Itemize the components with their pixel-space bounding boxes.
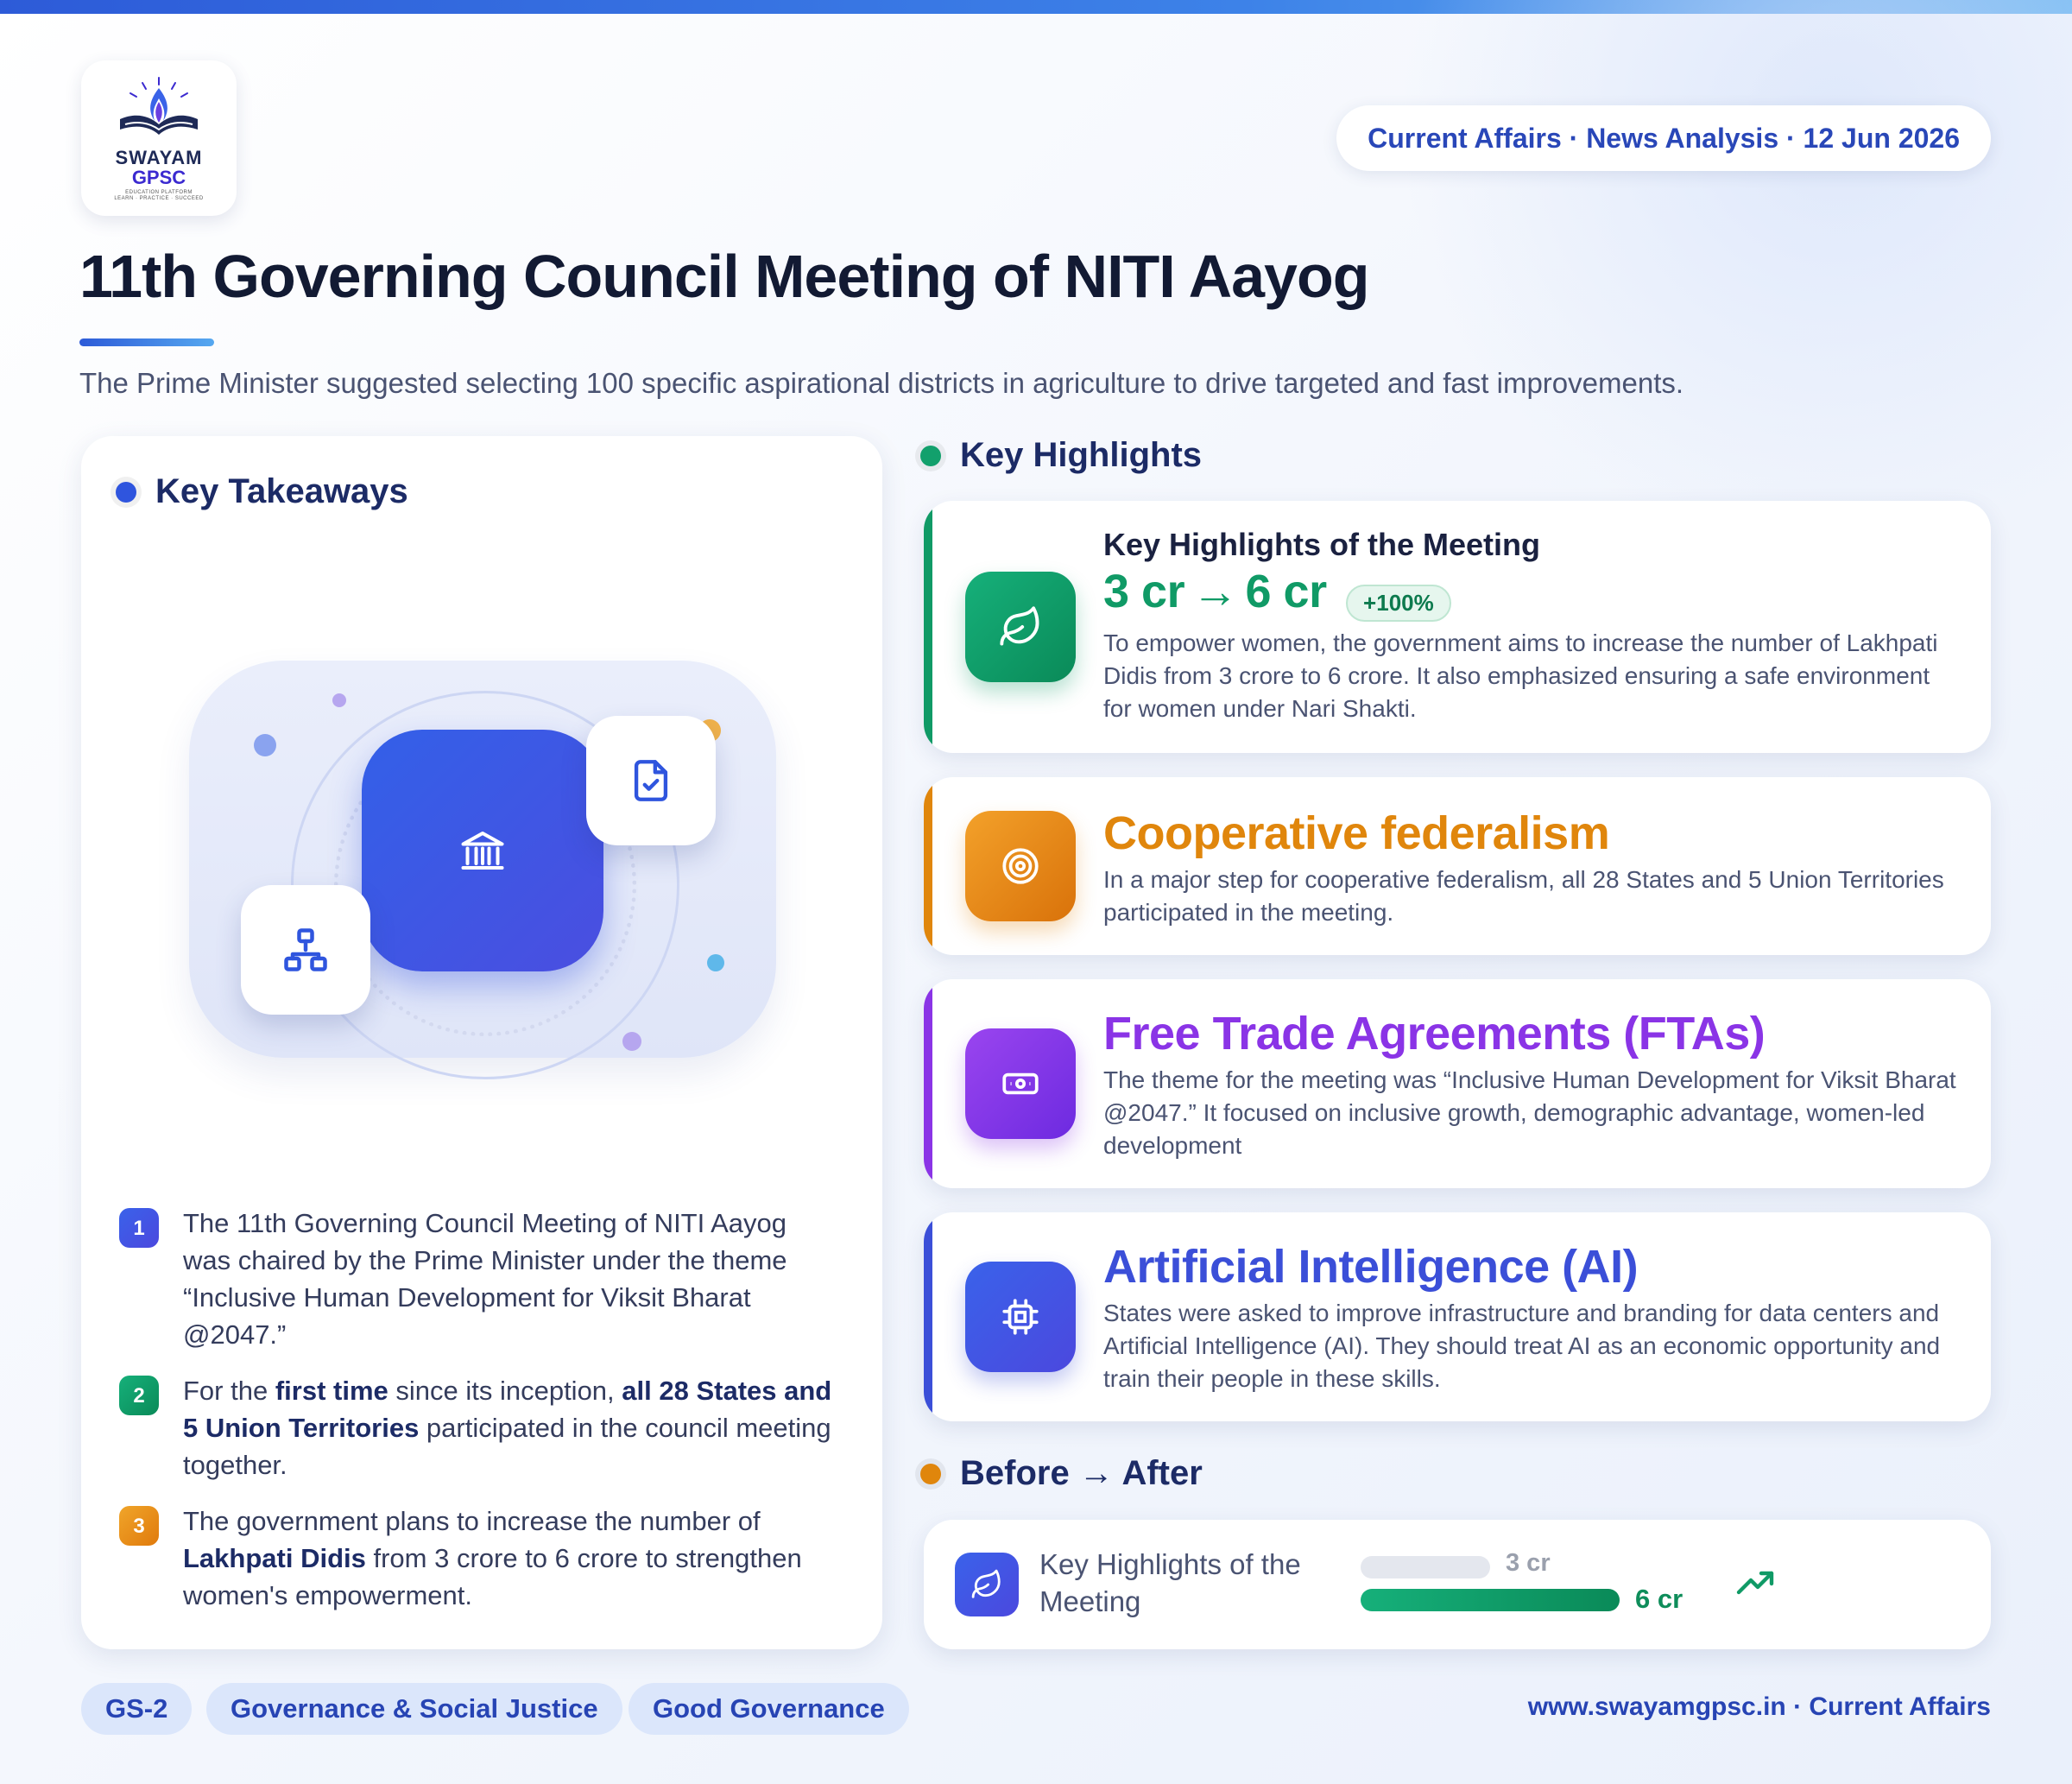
footer-website-link[interactable]: www.swayamgpsc.in · Current Affairs <box>1528 1692 1991 1722</box>
takeaway-text: since its inception, <box>388 1376 622 1406</box>
tag-gs2[interactable]: GS-2 <box>81 1683 193 1735</box>
takeaway-text: For the <box>183 1376 275 1406</box>
card-accent-bar <box>924 777 932 955</box>
card-body: Free Trade Agreements (FTAs) The theme f… <box>1103 1007 1956 1162</box>
item-number: 1 <box>119 1208 159 1248</box>
takeaways-list: 1 The 11th Governing Council Meeting of … <box>119 1205 836 1633</box>
item-number: 2 <box>119 1376 159 1415</box>
card-description: In a major step for cooperative federali… <box>1103 866 1944 926</box>
brand-logo[interactable]: SWAYAM GPSC EDUCATION PLATFORM LEARN · P… <box>81 60 237 216</box>
chip-icon <box>1002 1299 1039 1335</box>
chip-tile <box>965 1262 1076 1372</box>
key-takeaways-heading-text: Key Takeaways <box>155 472 408 510</box>
org-chart-icon <box>284 928 327 971</box>
card-accent-bar <box>924 979 932 1188</box>
trending-up-icon <box>1736 1571 1774 1595</box>
deco-dot <box>622 1032 641 1051</box>
stat-from: 3 cr <box>1103 566 1185 617</box>
logo-tagline: EDUCATION PLATFORM <box>125 189 193 195</box>
key-highlights-heading: Key Highlights <box>920 436 1202 475</box>
after-bar <box>1361 1589 1620 1611</box>
building-tile <box>362 730 603 971</box>
card-description: States were asked to improve infrastruct… <box>1103 1300 1941 1392</box>
leaf-tile-small <box>955 1553 1019 1616</box>
before-value: 3 cr <box>1506 1549 1551 1577</box>
book-flame-icon <box>120 76 198 135</box>
document-tile <box>586 716 716 845</box>
logo-tagline-2: LEARN · PRACTICE · SUCCEED <box>114 195 204 201</box>
card-kicker: Key Highlights of the Meeting <box>1103 527 1541 562</box>
banknote-icon <box>1002 1072 1039 1095</box>
logo-text-swayam: SWAYAM <box>115 146 203 168</box>
heading-dot <box>920 445 941 466</box>
deco-dot <box>254 734 276 756</box>
card-description: To empower women, the government aims to… <box>1103 629 1938 723</box>
comparison-label: Key Highlights of the Meeting <box>1039 1548 1301 1617</box>
highlight-card-meeting: Key Highlights of the Meeting 3 cr → 6 c… <box>924 501 1991 753</box>
takeaway-text: The 11th Governing Council Meeting of NI… <box>183 1208 787 1350</box>
card-body: Key Highlights of the Meeting 3 cr → 6 c… <box>1103 527 1956 725</box>
arrow-right-icon: → <box>1191 566 1239 617</box>
hierarchy-tile <box>241 885 370 1015</box>
takeaway-emphasis: Lakhpati Didis <box>183 1543 366 1573</box>
card-title: Free Trade Agreements (FTAs) <box>1103 1008 1766 1060</box>
logo-text-gpsc: GPSC <box>131 166 186 188</box>
leaf-icon <box>971 1569 1001 1598</box>
takeaway-text: The government plans to increase the num… <box>183 1506 761 1536</box>
highlight-card-fta: Free Trade Agreements (FTAs) The theme f… <box>924 979 1991 1188</box>
growth-badge: +100% <box>1346 585 1451 623</box>
card-body: Cooperative federalism In a major step f… <box>1103 807 1956 929</box>
card-title: Cooperative federalism <box>1103 807 1610 859</box>
document-check-icon <box>634 760 668 801</box>
tag-good-governance[interactable]: Good Governance <box>629 1683 909 1735</box>
list-item: 2 For the first time since its inception… <box>119 1372 836 1484</box>
leaf-tile <box>965 572 1076 682</box>
card-accent-bar <box>924 501 932 753</box>
before-after-heading-text: Before → After <box>960 1454 1203 1492</box>
deco-dot <box>707 954 724 971</box>
target-icon <box>1002 848 1039 884</box>
government-building-icon <box>461 832 504 870</box>
target-tile <box>965 811 1076 921</box>
heading-dot <box>116 481 136 503</box>
highlight-card-ai: Artificial Intelligence (AI) States were… <box>924 1212 1991 1421</box>
banknote-tile <box>965 1028 1076 1139</box>
date-pill: Current Affairs · News Analysis · 12 Jun… <box>1336 105 1991 171</box>
page-title: 11th Governing Council Meeting of NITI A… <box>79 243 1370 310</box>
card-title: Artificial Intelligence (AI) <box>1103 1241 1639 1293</box>
list-item: 3 The government plans to increase the n… <box>119 1502 836 1614</box>
highlight-card-federalism: Cooperative federalism In a major step f… <box>924 777 1991 955</box>
item-number: 3 <box>119 1506 159 1546</box>
before-bar <box>1361 1556 1490 1578</box>
title-underline <box>79 338 214 346</box>
deco-dot <box>332 693 346 707</box>
governance-illustration <box>189 661 776 1079</box>
stat-line: 3 cr → 6 cr +100% <box>1103 565 1956 623</box>
key-takeaways-heading: Key Takeaways <box>116 472 408 511</box>
heading-dot <box>920 1463 941 1484</box>
card-accent-bar <box>924 1212 932 1421</box>
stat-to: 6 cr <box>1245 566 1328 617</box>
takeaway-emphasis: first time <box>275 1376 388 1406</box>
card-body: Artificial Intelligence (AI) States were… <box>1103 1240 1956 1395</box>
after-value: 6 cr <box>1635 1584 1684 1614</box>
key-takeaways-card: Key Takeaways 1 The 11th Governing Counc… <box>81 436 882 1649</box>
card-description: The theme for the meeting was “Inclusive… <box>1103 1066 1956 1159</box>
list-item: 1 The 11th Governing Council Meeting of … <box>119 1205 836 1353</box>
before-after-card: Key Highlights of the Meeting 3 cr 6 cr <box>924 1520 1991 1649</box>
key-highlights-heading-text: Key Highlights <box>960 436 1203 474</box>
before-after-heading: Before → After <box>920 1454 1203 1493</box>
leaf-icon <box>1000 606 1039 646</box>
page-subtitle: The Prime Minister suggested selecting 1… <box>79 367 1684 399</box>
tag-governance-social-justice[interactable]: Governance & Social Justice <box>206 1683 622 1735</box>
